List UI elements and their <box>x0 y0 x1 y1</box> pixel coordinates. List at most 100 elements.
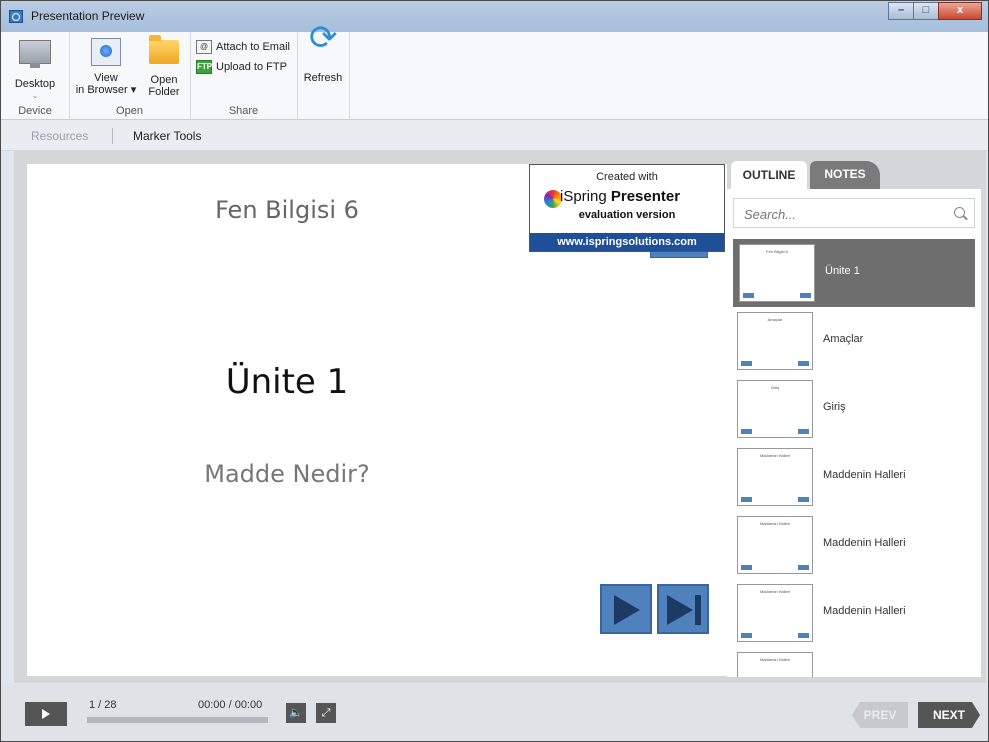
search-box[interactable] <box>733 198 975 228</box>
device-group-label: Device <box>18 105 52 117</box>
skip-end-icon <box>667 595 693 625</box>
minimize-icon: – <box>897 4 905 16</box>
attach-to-email-button[interactable]: @ Attach to Email <box>196 40 290 54</box>
title-bar: Presentation Preview – □ x <box>1 1 988 32</box>
open-group-label: Open <box>116 105 143 117</box>
outline-item[interactable]: Maddenin Halleri Maddenin Halleri <box>731 579 971 647</box>
open-folder-button[interactable]: Open Folder <box>143 35 185 98</box>
watermark-brand: iSpring Presenter <box>560 188 680 205</box>
outline-item[interactable]: Maddenin Halleri <box>731 647 971 677</box>
slide-subject: Fen Bilgisi 6 <box>215 196 359 224</box>
desktop-button[interactable]: Desktop ⌄ <box>7 38 63 102</box>
app-icon <box>9 10 23 23</box>
outline-item[interactable]: Maddenin Halleri Maddenin Halleri <box>731 443 971 511</box>
open-group: View in Browser ▾ Open Folder Open <box>69 32 191 119</box>
outline-panel: Fen Bilgisi 6 Ünite 1 Amaçlar Amaçlar Gi… <box>727 189 981 677</box>
outline-item[interactable]: Giriş Giriş <box>731 375 971 443</box>
upload-to-ftp-button[interactable]: FTP Upload to FTP <box>196 60 287 74</box>
maximize-icon: □ <box>922 4 930 16</box>
thumb-title: Maddenin Halleri <box>759 589 790 594</box>
outline-item-label: Amaçlar <box>823 333 864 345</box>
slide-thumbnail: Amaçlar <box>737 312 813 370</box>
play-icon <box>42 709 50 719</box>
thumb-title: Fen Bilgisi 6 <box>766 249 788 254</box>
next-button[interactable]: NEXT <box>918 702 980 728</box>
outline-item-label: Maddenin Halleri <box>823 537 906 549</box>
fullscreen-icon: ⤢ <box>321 706 331 719</box>
fullscreen-button[interactable]: ⤢ <box>316 703 336 723</box>
tab-resources[interactable]: Resources <box>31 129 88 143</box>
slide-title: Ünite 1 <box>225 362 349 402</box>
content-area: Fen Bilgisi 6 Ünite 1 Madde Nedir? Creat… <box>14 151 986 683</box>
thumb-title: Maddenin Halleri <box>759 521 790 526</box>
outline-item[interactable]: Maddenin Halleri Maddenin Halleri <box>731 511 971 579</box>
progress-bar[interactable] <box>87 717 268 723</box>
window-controls: – □ x <box>888 2 982 20</box>
outline-item[interactable]: Amaçlar Amaçlar <box>731 307 971 375</box>
refresh-icon <box>307 32 339 68</box>
attach-label: Attach to Email <box>216 41 290 53</box>
slide-thumbnail: Giriş <box>737 380 813 438</box>
slide-thumbnail: Fen Bilgisi 6 <box>739 244 815 302</box>
outline-item[interactable]: Fen Bilgisi 6 Ünite 1 <box>733 239 975 307</box>
tab-outline[interactable]: OUTLINE <box>731 161 807 191</box>
ribbon: Desktop ⌄ Device View in Browser ▾ Open … <box>1 32 988 120</box>
presentation-preview-window: Presentation Preview – □ x Desktop ⌄ Dev… <box>0 0 989 742</box>
play-icon <box>614 595 640 625</box>
browser-globe-icon <box>90 38 122 68</box>
slide-last-button[interactable] <box>657 584 709 634</box>
slide-thumbnail: Maddenin Halleri <box>737 584 813 642</box>
device-group: Desktop ⌄ Device <box>1 32 70 119</box>
maximize-button[interactable]: □ <box>913 2 939 20</box>
watermark-created-with: Created with <box>596 171 658 183</box>
minimize-button[interactable]: – <box>888 2 914 20</box>
view-label: View <box>94 72 118 84</box>
volume-icon: 🔈 <box>289 706 303 719</box>
close-icon: x <box>956 4 964 16</box>
slide-thumbnail: Maddenin Halleri <box>737 652 813 677</box>
outline-item-label: Maddenin Halleri <box>823 605 906 617</box>
view-in-browser-button[interactable]: View in Browser ▾ <box>75 38 137 96</box>
thumb-title: Giriş <box>770 385 780 390</box>
play-button[interactable] <box>25 702 67 726</box>
outline-item-label: Maddenin Halleri <box>823 469 906 481</box>
window-title: Presentation Preview <box>31 9 145 23</box>
tab-notes[interactable]: NOTES <box>810 161 880 189</box>
open-label: Open <box>150 74 178 86</box>
evaluation-watermark: Created with iSpring Presenter evaluatio… <box>529 164 725 252</box>
ftp-label: Upload to FTP <box>216 61 287 73</box>
refresh-label: Refresh <box>303 72 343 84</box>
time-display: 00:00 / 00:00 <box>198 699 263 711</box>
outline-item-label: Giriş <box>823 401 846 413</box>
skip-end-bar <box>695 595 701 625</box>
thumb-title: Maddenin Halleri <box>759 657 790 662</box>
slide-thumbnail: Maddenin Halleri <box>737 448 813 506</box>
tools-bar: Resources Marker Tools <box>1 120 988 151</box>
search-icon[interactable] <box>954 207 965 218</box>
player-controls: 1 / 28 00:00 / 00:00 🔈 ⤢ PREV NEXT <box>1 684 988 741</box>
ftp-icon: FTP <box>196 60 212 74</box>
monitor-icon <box>19 40 51 70</box>
thumb-title: Maddenin Halleri <box>759 453 790 458</box>
thumb-title: Amaçlar <box>767 317 783 322</box>
slide-subtitle: Madde Nedir? <box>204 460 370 488</box>
folder-icon <box>148 35 180 70</box>
tab-marker-tools[interactable]: Marker Tools <box>133 129 201 143</box>
watermark-url: www.ispringsolutions.com <box>530 233 724 251</box>
prev-button[interactable]: PREV <box>852 702 908 728</box>
slide-canvas: Fen Bilgisi 6 Ünite 1 Madde Nedir? Creat… <box>27 164 727 676</box>
search-input[interactable] <box>742 200 946 228</box>
slide-next-button[interactable] <box>600 584 652 634</box>
brand-normal: iSpring <box>560 188 611 205</box>
brand-bold: Presenter <box>610 188 681 205</box>
refresh-group: Refresh <box>297 32 350 119</box>
desktop-label: Desktop <box>14 78 56 90</box>
close-button[interactable]: x <box>938 2 982 20</box>
share-group-label: Share <box>228 105 259 117</box>
share-group: @ Attach to Email FTP Upload to FTP Shar… <box>190 32 298 119</box>
outline-item-label: Ünite 1 <box>825 265 860 277</box>
watermark-evaluation: evaluation version <box>578 209 676 221</box>
folder-label: Folder <box>148 86 180 98</box>
refresh-button[interactable]: Refresh <box>301 32 345 84</box>
volume-button[interactable]: 🔈 <box>286 703 306 723</box>
